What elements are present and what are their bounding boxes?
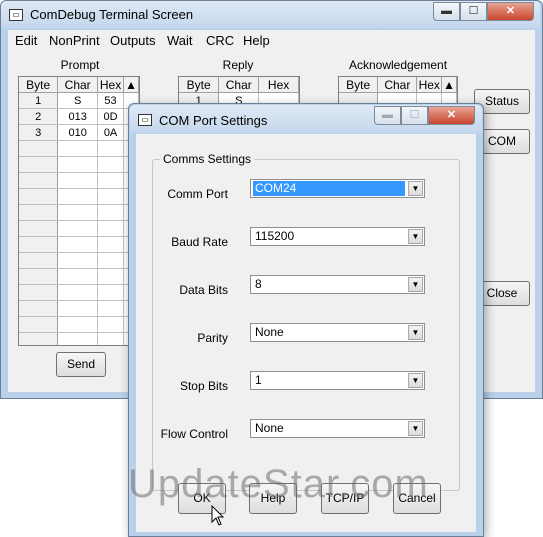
maximize-icon: ☐ — [409, 109, 420, 121]
data-bits-value: 8 — [255, 277, 262, 291]
prompt-grid[interactable]: Byte Char Hex ▲ 1 S 53 2 013 0D 3 010 0A — [18, 76, 140, 346]
acknowledgement-section-title: Acknowledgement — [348, 58, 448, 72]
ack-col-byte: Byte — [339, 77, 379, 93]
prompt-cell[interactable]: 0A — [97, 124, 125, 141]
chevron-down-icon[interactable]: ▼ — [408, 229, 423, 244]
prompt-col-hex: Hex — [97, 77, 125, 93]
comm-port-select[interactable]: COM24 ▼ — [250, 179, 425, 198]
ack-col-char: Char — [377, 77, 418, 93]
prompt-col-char: Char — [57, 77, 99, 93]
menu-nonprint[interactable]: NonPrint — [49, 33, 100, 48]
flow-control-value: None — [255, 421, 284, 435]
close-icon: ✕ — [505, 5, 516, 17]
main-window-title: ComDebug Terminal Screen — [30, 7, 194, 22]
prompt-cell[interactable]: 0D — [97, 108, 125, 125]
prompt-cell[interactable]: 013 — [57, 108, 99, 125]
menu-wait[interactable]: Wait — [167, 33, 193, 48]
minimize-icon: ▬ — [382, 109, 393, 121]
scroll-up-icon[interactable]: ▲ — [123, 77, 139, 93]
menu-crc[interactable]: CRC — [206, 33, 234, 48]
dialog-maximize-button[interactable]: ☐ — [401, 106, 428, 125]
prompt-cell: 1 — [19, 92, 59, 109]
parity-value: None — [255, 325, 284, 339]
parity-label: Parity — [197, 331, 228, 345]
flow-control-select[interactable]: None ▼ — [250, 419, 425, 438]
menu-help[interactable]: Help — [243, 33, 270, 48]
baud-rate-select[interactable]: 115200 ▼ — [250, 227, 425, 246]
comm-port-label: Comm Port — [167, 187, 228, 201]
reply-col-byte: Byte — [179, 77, 220, 93]
prompt-col-byte: Byte — [19, 77, 59, 93]
reply-col-hex: Hex — [258, 77, 299, 93]
ack-col-hex: Hex — [416, 77, 443, 93]
maximize-icon: ☐ — [468, 5, 479, 17]
prompt-cell: 2 — [19, 108, 59, 125]
close-icon: ✕ — [446, 109, 457, 121]
baud-rate-label: Baud Rate — [171, 235, 228, 249]
baud-rate-value: 115200 — [255, 229, 295, 243]
comm-port-value: COM24 — [253, 181, 405, 196]
comms-settings-label: Comms Settings — [160, 152, 255, 166]
stop-bits-select[interactable]: 1 ▼ — [250, 371, 425, 390]
send-button[interactable]: Send — [56, 352, 106, 377]
prompt-section-title: Prompt — [60, 58, 100, 72]
watermark-text: UpdateStar.com — [128, 462, 429, 506]
prompt-cell[interactable]: S — [57, 92, 99, 109]
data-bits-select[interactable]: 8 ▼ — [250, 275, 425, 294]
reply-col-char: Char — [218, 77, 260, 93]
prompt-cell[interactable]: 010 — [57, 124, 99, 141]
chevron-down-icon[interactable]: ▼ — [408, 421, 423, 436]
stop-bits-value: 1 — [255, 373, 262, 387]
mouse-cursor-icon — [211, 505, 225, 526]
menu-bar: Edit NonPrint Outputs Wait CRC Help — [8, 30, 535, 52]
prompt-cell: 3 — [19, 124, 59, 141]
menu-edit[interactable]: Edit — [15, 33, 37, 48]
chevron-down-icon[interactable]: ▼ — [408, 325, 423, 340]
close-window-button[interactable]: ✕ — [487, 2, 534, 21]
scroll-up-icon[interactable]: ▲ — [441, 77, 457, 93]
reply-section-title: Reply — [222, 58, 254, 72]
chevron-down-icon[interactable]: ▼ — [408, 277, 423, 292]
dialog-title-bar[interactable]: ▭ COM Port Settings ▬ ☐ ✕ — [130, 105, 482, 133]
app-icon: ▭ — [9, 9, 23, 21]
maximize-button[interactable]: ☐ — [460, 2, 487, 21]
dialog-title: COM Port Settings — [159, 113, 268, 128]
prompt-cell[interactable]: 53 — [97, 92, 125, 109]
chevron-down-icon[interactable]: ▼ — [408, 373, 423, 388]
dialog-close-button[interactable]: ✕ — [428, 106, 475, 125]
flow-control-label: Flow Control — [160, 427, 228, 441]
menu-outputs[interactable]: Outputs — [110, 33, 156, 48]
main-title-bar[interactable]: ▭ ComDebug Terminal Screen ▬ ☐ ✕ — [1, 1, 540, 28]
parity-select[interactable]: None ▼ — [250, 323, 425, 342]
table-row[interactable]: 3 010 0A — [19, 124, 139, 141]
table-row[interactable]: 2 013 0D — [19, 108, 139, 125]
minimize-button[interactable]: ▬ — [433, 2, 460, 21]
table-row[interactable]: 1 S 53 — [19, 92, 139, 109]
minimize-icon: ▬ — [441, 5, 452, 17]
chevron-down-icon[interactable]: ▼ — [408, 181, 423, 196]
dialog-minimize-button[interactable]: ▬ — [374, 106, 401, 125]
dialog-app-icon: ▭ — [138, 114, 152, 126]
stop-bits-label: Stop Bits — [179, 379, 228, 393]
data-bits-label: Data Bits — [179, 283, 228, 297]
